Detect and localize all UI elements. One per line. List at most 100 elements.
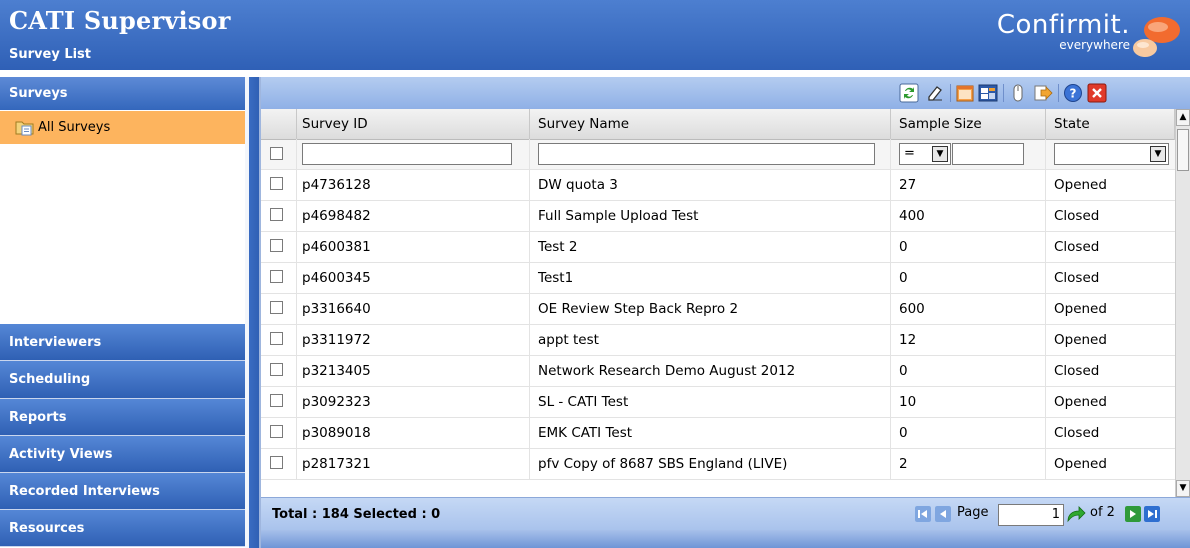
select-all-checkbox[interactable] [270, 146, 283, 160]
grid-toolbar: ? [261, 77, 1190, 109]
calendar-icon[interactable] [955, 83, 975, 103]
row-checkbox[interactable] [270, 208, 283, 221]
grid-header-row: Survey ID Survey Name Sample Size State [261, 108, 1175, 140]
state-filter-select[interactable]: ▼ [1054, 143, 1169, 165]
table-row[interactable]: p3089018 EMK CATI Test 0 Closed [261, 417, 1175, 449]
row-checkbox-cell [261, 448, 297, 480]
column-header-survey-name[interactable]: Survey Name [530, 108, 891, 140]
row-checkbox[interactable] [270, 301, 283, 314]
export-icon[interactable] [1033, 83, 1053, 103]
total-selected-text: Total : 184 Selected : 0 [272, 507, 441, 522]
page-label: Page [957, 505, 989, 520]
row-checkbox-cell [261, 200, 297, 232]
brand-name: Confirmit. [996, 10, 1130, 40]
table-row[interactable]: p3092323 SL - CATI Test 10 Opened [261, 386, 1175, 418]
row-checkbox[interactable] [270, 332, 283, 345]
size-value-filter-input[interactable] [952, 143, 1024, 165]
table-row[interactable]: p2817321 pfv Copy of 8687 SBS England (L… [261, 448, 1175, 480]
nav-item-resources[interactable]: Resources [0, 510, 245, 547]
table-row[interactable]: p3213405 Network Research Demo August 20… [261, 355, 1175, 387]
nav-item-reports[interactable]: Reports [0, 399, 245, 436]
column-header-survey-id[interactable]: Survey ID [297, 108, 530, 140]
nav-item-activity-views[interactable]: Activity Views [0, 436, 245, 473]
survey-id-filter-input[interactable] [302, 143, 512, 165]
row-checkbox-cell [261, 324, 297, 356]
sidebar-nav: Interviewers Scheduling Reports Activity… [0, 324, 245, 547]
cell-survey-id: p3316640 [297, 293, 530, 325]
survey-name-filter-input[interactable] [538, 143, 875, 165]
cell-sample-size: 400 [891, 200, 1046, 232]
row-checkbox-cell [261, 386, 297, 418]
nav-item-recorded-interviews[interactable]: Recorded Interviews [0, 473, 245, 510]
cell-sample-size: 0 [891, 262, 1046, 294]
sidebar-item-label: All Surveys [38, 120, 111, 135]
mouse-icon[interactable] [1008, 83, 1028, 103]
table-row[interactable]: p3316640 OE Review Step Back Repro 2 600… [261, 293, 1175, 325]
refresh-icon[interactable] [899, 83, 919, 103]
row-checkbox[interactable] [270, 363, 283, 376]
row-checkbox-cell [261, 262, 297, 294]
row-checkbox[interactable] [270, 425, 283, 438]
scroll-up-icon[interactable]: ▲ [1176, 109, 1190, 126]
row-checkbox[interactable] [270, 270, 283, 283]
properties-icon[interactable] [978, 83, 998, 103]
chevron-down-icon[interactable]: ▼ [932, 146, 948, 162]
toolbar-separator [950, 84, 951, 102]
panel-splitter[interactable] [245, 77, 261, 548]
cell-sample-size: 12 [891, 324, 1046, 356]
previous-page-icon[interactable] [935, 506, 951, 522]
row-checkbox-cell [261, 355, 297, 387]
sidebar-section-surveys[interactable]: Surveys [0, 77, 245, 110]
nav-item-scheduling[interactable]: Scheduling [0, 361, 245, 399]
cell-state: Opened [1054, 300, 1107, 317]
cell-sample-size: 0 [891, 355, 1046, 387]
table-row[interactable]: p3311972 appt test 12 Opened [261, 324, 1175, 356]
filter-cell-state: ▼ [1046, 139, 1175, 170]
column-header-state[interactable]: State [1046, 108, 1175, 140]
row-checkbox-cell [261, 417, 297, 449]
nav-item-interviewers[interactable]: Interviewers [0, 324, 245, 361]
row-checkbox[interactable] [270, 239, 283, 252]
table-row[interactable]: p4736128 DW quota 3 27 Opened [261, 169, 1175, 201]
eraser-icon[interactable] [925, 83, 945, 103]
row-checkbox-cell [261, 293, 297, 325]
cell-sample-size: 27 [891, 169, 1046, 201]
scroll-down-icon[interactable]: ▼ [1176, 480, 1190, 497]
cell-survey-id: p4600345 [297, 262, 530, 294]
table-row[interactable]: p4600381 Test 2 0 Closed [261, 231, 1175, 263]
row-checkbox[interactable] [270, 456, 283, 469]
cell-survey-name: pfv Copy of 8687 SBS England (LIVE) [530, 448, 891, 480]
main-panel: ? Survey ID Survey Name Sample Size Stat… [261, 77, 1190, 548]
last-page-icon[interactable] [1144, 506, 1160, 522]
sidebar-item-all-surveys[interactable]: All Surveys [0, 111, 245, 144]
row-checkbox-cell [261, 169, 297, 201]
toolbar-separator [1058, 84, 1059, 102]
row-checkbox[interactable] [270, 394, 283, 407]
svg-text:?: ? [1070, 87, 1077, 101]
cell-survey-name: Test 2 [530, 231, 891, 263]
page-number-input[interactable]: 1 [998, 504, 1064, 526]
column-header-sample-size[interactable]: Sample Size [891, 108, 1046, 140]
first-page-icon[interactable] [915, 506, 931, 522]
vertical-scrollbar[interactable]: ▲ ▼ [1175, 109, 1190, 497]
filter-row: = ▼ ▼ [261, 139, 1175, 170]
cell-state: Closed [1054, 424, 1100, 441]
row-checkbox[interactable] [270, 177, 283, 190]
next-page-icon[interactable] [1125, 506, 1141, 522]
table-row[interactable]: p4698482 Full Sample Upload Test 400 Clo… [261, 200, 1175, 232]
help-icon[interactable]: ? [1063, 83, 1083, 103]
close-icon[interactable] [1087, 83, 1107, 103]
cell-survey-name: DW quota 3 [530, 169, 891, 201]
toolbar-separator [1003, 84, 1004, 102]
cell-sample-size: 2 [891, 448, 1046, 480]
cell-survey-id: p4736128 [297, 169, 530, 201]
chevron-down-icon[interactable]: ▼ [1150, 146, 1166, 162]
table-row[interactable]: p4600345 Test1 0 Closed [261, 262, 1175, 294]
pager: Page 1 of 2 [905, 504, 1190, 526]
cell-sample-size: 600 [891, 293, 1046, 325]
cell-survey-name: appt test [530, 324, 891, 356]
cell-survey-id: p4600381 [297, 231, 530, 263]
size-operator-select[interactable]: = ▼ [899, 143, 951, 165]
go-page-icon[interactable] [1066, 505, 1086, 523]
scroll-thumb[interactable] [1177, 129, 1189, 171]
